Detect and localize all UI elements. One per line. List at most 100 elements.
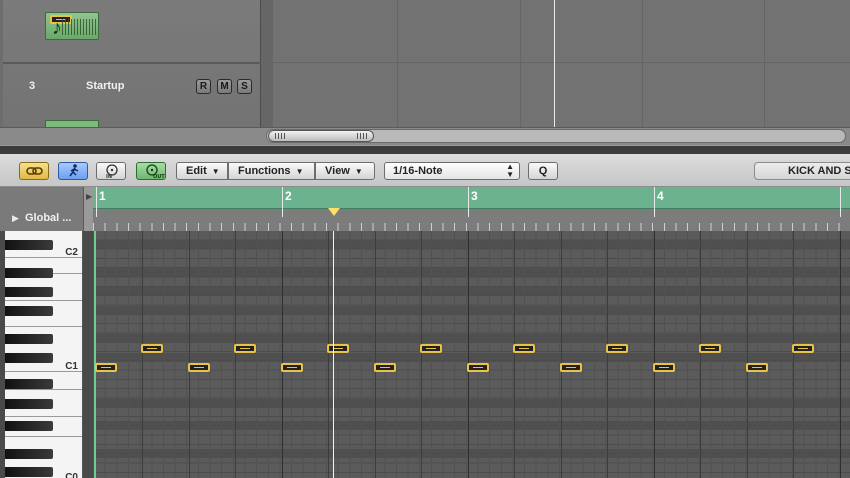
grid-columns xyxy=(93,231,850,478)
mute-button[interactable]: M xyxy=(217,79,232,94)
beat-line xyxy=(561,231,562,478)
midi-note[interactable] xyxy=(746,363,768,372)
white-key-divider xyxy=(5,300,82,301)
black-key[interactable] xyxy=(5,353,53,363)
beat-line xyxy=(375,231,376,478)
track-gutter xyxy=(261,0,273,127)
midi-note[interactable] xyxy=(188,363,210,372)
arrange-playhead[interactable] xyxy=(554,0,555,127)
bar-number: 4 xyxy=(657,189,664,203)
ruler-subdivision-ticks xyxy=(93,223,850,231)
midi-note[interactable] xyxy=(374,363,396,372)
chevron-down-icon: ▼ xyxy=(295,167,304,176)
svg-text:IN: IN xyxy=(106,174,112,179)
midi-note[interactable] xyxy=(699,344,721,353)
midi-note[interactable] xyxy=(653,363,675,372)
bar-tick xyxy=(840,187,841,217)
bar-ruler[interactable]: 1 2 3 4 xyxy=(93,187,850,231)
beat-line xyxy=(793,231,794,478)
track-name[interactable]: Startup xyxy=(86,80,125,92)
midi-note[interactable] xyxy=(281,363,303,372)
arrange-track-line xyxy=(273,62,850,63)
arrange-area: ♪ 3 Startup R M S xyxy=(0,0,850,146)
region-name-field[interactable]: KICK AND S xyxy=(754,162,850,180)
piano-roll-grid[interactable] xyxy=(93,231,850,478)
midi-note[interactable] xyxy=(420,344,442,353)
midi-note[interactable] xyxy=(141,344,163,353)
arrange-gridline xyxy=(764,0,765,127)
white-key-divider xyxy=(5,389,82,390)
quantize-value: 1/16-Note xyxy=(393,165,443,177)
midi-note[interactable] xyxy=(606,344,628,353)
black-key[interactable] xyxy=(5,334,53,344)
black-key[interactable] xyxy=(5,240,53,250)
track-number: 3 xyxy=(29,80,36,92)
link-button[interactable] xyxy=(19,162,49,180)
bar-line xyxy=(282,231,283,478)
midi-in-button[interactable]: IN xyxy=(96,162,126,180)
solo-button[interactable]: S xyxy=(237,79,252,94)
white-key-divider xyxy=(5,436,82,437)
functions-menu[interactable]: Functions ▼ xyxy=(228,162,315,180)
ruler-handle[interactable]: ▶ xyxy=(83,187,93,231)
edit-menu[interactable]: Edit ▼ xyxy=(176,162,228,180)
audio-region-thumbnail[interactable]: ♪ xyxy=(45,12,99,40)
midi-out-button[interactable]: OUT xyxy=(136,162,166,180)
key-label-c2: C2 xyxy=(65,247,78,258)
bar-tick xyxy=(96,187,97,217)
catch-playhead-button[interactable] xyxy=(58,162,88,180)
scrollbar-thumb[interactable] xyxy=(268,130,374,142)
black-key[interactable] xyxy=(5,287,53,297)
playhead-marker-icon[interactable] xyxy=(328,208,340,216)
black-key[interactable] xyxy=(5,268,53,278)
track-divider xyxy=(3,62,261,64)
black-key[interactable] xyxy=(5,306,53,316)
beat-line xyxy=(514,231,515,478)
key-label-c1: C1 xyxy=(65,361,78,372)
stepper-arrows-icon: ▲ ▼ xyxy=(506,162,514,179)
midi-note[interactable] xyxy=(327,344,349,353)
bar-tick xyxy=(468,187,469,217)
quantize-select[interactable]: 1/16-Note ▲ ▼ xyxy=(384,162,520,180)
beat-line xyxy=(189,231,190,478)
black-key[interactable] xyxy=(5,379,53,389)
arrange-gridline xyxy=(397,0,398,127)
disclosure-triangle-icon[interactable]: ▶ xyxy=(12,213,19,224)
piano-keyboard[interactable]: C2 C1 C0 xyxy=(5,231,83,478)
midi-note[interactable] xyxy=(560,363,582,372)
midi-note[interactable] xyxy=(234,344,256,353)
record-enable-button[interactable]: R xyxy=(196,79,211,94)
view-menu[interactable]: View ▼ xyxy=(315,162,375,180)
arrange-gridline xyxy=(520,0,521,127)
bar-line xyxy=(840,231,841,478)
black-key[interactable] xyxy=(5,449,53,459)
black-key[interactable] xyxy=(5,399,53,409)
pane-separator[interactable] xyxy=(0,145,850,154)
beat-line xyxy=(700,231,701,478)
bar-line xyxy=(654,231,655,478)
arrange-gridline xyxy=(642,0,643,127)
beat-line xyxy=(328,231,329,478)
midi-note[interactable] xyxy=(95,363,117,372)
quantize-button[interactable]: Q xyxy=(528,162,558,180)
black-key[interactable] xyxy=(5,467,53,477)
beat-line xyxy=(142,231,143,478)
global-tracks-header[interactable]: ▶ Global ... xyxy=(0,187,83,231)
grip-icon xyxy=(275,133,285,139)
horizontal-scrollbar[interactable] xyxy=(0,127,850,145)
bar-number: 3 xyxy=(471,189,478,203)
white-key-divider xyxy=(5,416,82,417)
bar-tick xyxy=(282,187,283,217)
midi-note[interactable] xyxy=(513,344,535,353)
catch-playhead-icon xyxy=(69,164,79,177)
global-tracks-label: Global ... xyxy=(25,212,72,224)
bar-tick xyxy=(654,187,655,217)
svg-text:OUT: OUT xyxy=(153,174,165,179)
black-key[interactable] xyxy=(5,421,53,431)
midi-note[interactable] xyxy=(792,344,814,353)
grip-icon xyxy=(357,133,367,139)
functions-menu-label: Functions xyxy=(238,165,291,177)
midi-note[interactable] xyxy=(467,363,489,372)
midi-in-icon: IN xyxy=(106,164,118,180)
playhead-line[interactable] xyxy=(333,231,334,478)
